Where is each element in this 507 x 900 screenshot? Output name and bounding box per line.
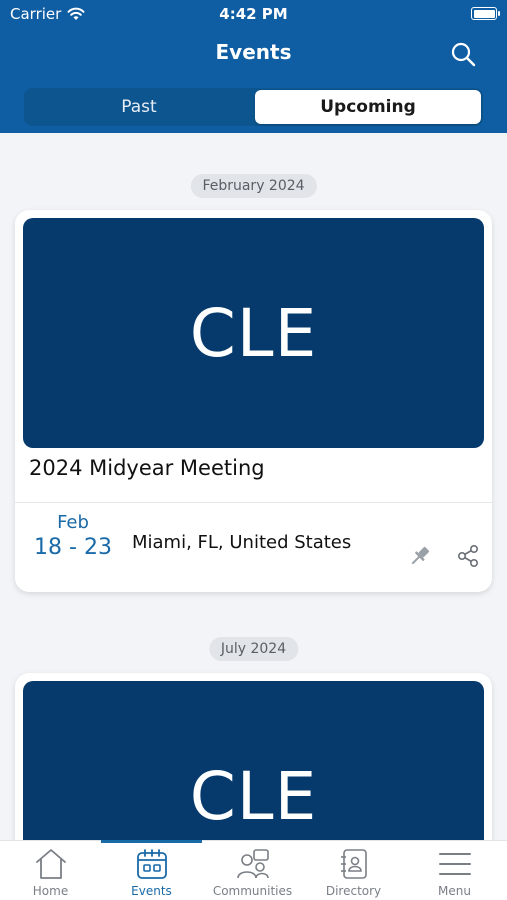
event-image-text: CLE: [189, 757, 318, 835]
event-date: Feb 18 - 23: [25, 512, 121, 560]
pin-button[interactable]: [407, 543, 433, 569]
event-image: CLE: [23, 681, 484, 840]
share-button[interactable]: [455, 543, 481, 569]
event-card[interactable]: CLE: [15, 673, 492, 840]
clock: 4:42 PM: [219, 5, 288, 23]
bottom-tab-bar: Home Events Communities Directory Menu: [0, 840, 507, 900]
tab-directory[interactable]: Directory: [303, 841, 404, 900]
page-title: Events: [215, 40, 292, 64]
tab-events[interactable]: Events: [101, 840, 202, 900]
event-date-range: 18 - 23: [34, 535, 112, 560]
tab-communities[interactable]: Communities: [202, 841, 303, 900]
month-header: July 2024: [208, 637, 299, 661]
navigation-bar: Events Past Upcoming: [0, 30, 507, 133]
events-filter-segmented-control: Past Upcoming: [24, 88, 483, 126]
tab-past[interactable]: Past: [26, 90, 252, 124]
event-image: CLE: [23, 218, 484, 448]
contact-book-icon: [340, 849, 367, 879]
month-header: February 2024: [190, 174, 317, 198]
divider: [15, 502, 492, 503]
people-icon: [236, 849, 269, 879]
tab-menu[interactable]: Menu: [404, 841, 505, 900]
battery-icon: [471, 7, 500, 20]
search-icon: [451, 42, 476, 67]
tab-home-label: Home: [32, 884, 69, 898]
calendar-icon: [136, 849, 167, 879]
event-card[interactable]: CLE 2024 Midyear Meeting Feb 18 - 23 Mia…: [15, 210, 492, 592]
event-title: 2024 Midyear Meeting: [29, 456, 265, 480]
event-image-text: CLE: [189, 294, 318, 372]
hamburger-menu-icon: [438, 853, 471, 875]
home-icon: [35, 849, 66, 879]
tab-upcoming[interactable]: Upcoming: [255, 90, 481, 124]
pushpin-icon: [411, 546, 430, 565]
active-tab-indicator: [101, 840, 202, 843]
event-date-month: Feb: [57, 512, 89, 533]
tab-menu-label: Menu: [438, 884, 471, 898]
events-list[interactable]: February 2024 CLE 2024 Midyear Meeting F…: [0, 133, 507, 840]
search-button[interactable]: [449, 40, 477, 68]
tab-communities-label: Communities: [212, 884, 293, 898]
tab-events-label: Events: [131, 884, 172, 898]
tab-home[interactable]: Home: [0, 841, 101, 900]
event-location: Miami, FL, United States: [132, 532, 352, 553]
share-icon: [457, 544, 479, 567]
tab-directory-label: Directory: [325, 884, 382, 898]
status-bar: Carrier 4:42 PM: [0, 0, 507, 30]
